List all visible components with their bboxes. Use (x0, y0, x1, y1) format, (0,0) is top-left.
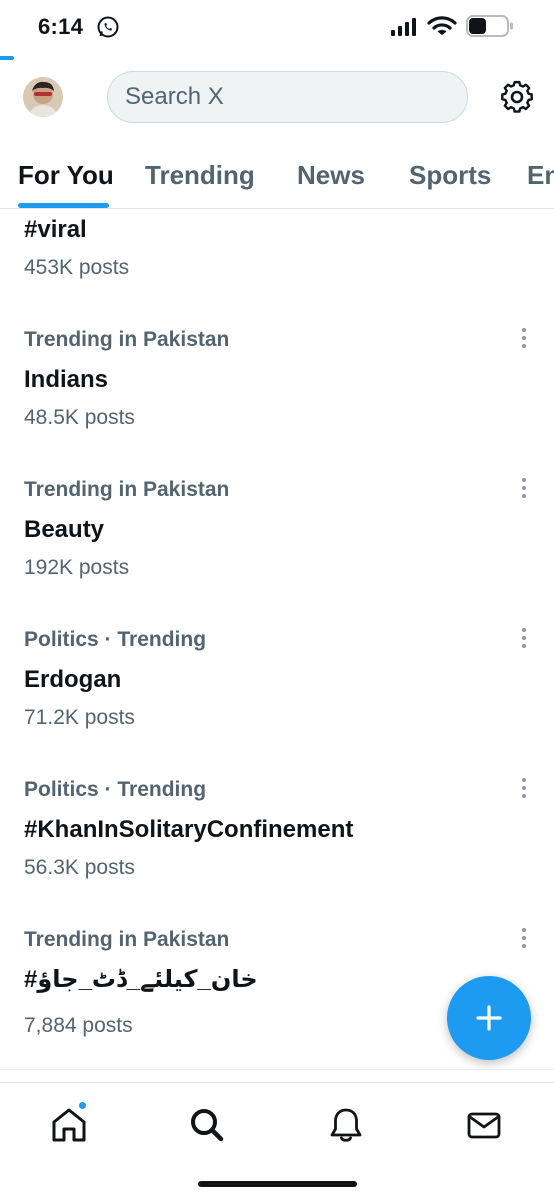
search-box[interactable] (107, 71, 468, 123)
active-tab-indicator (18, 203, 109, 208)
status-bar: 6:14 (0, 0, 554, 56)
trend-context: Trending in Pakistan (24, 478, 230, 501)
battery-icon (466, 15, 513, 37)
search-icon (191, 1109, 224, 1142)
home-indicator (198, 1181, 357, 1187)
whatsapp-icon (97, 16, 119, 38)
more-options-icon[interactable] (518, 477, 530, 499)
more-options-icon[interactable] (518, 327, 530, 349)
trend-post-count: 56.3K posts (24, 856, 135, 879)
gear-icon[interactable] (500, 80, 534, 114)
more-options-icon[interactable] (518, 777, 530, 799)
trend-post-count: 453K posts (24, 256, 130, 279)
search-input[interactable] (108, 72, 467, 122)
trend-post-count: 7,884 posts (24, 1014, 133, 1037)
tab-for-you[interactable]: For You (18, 160, 114, 191)
tab-news[interactable]: News (297, 160, 365, 191)
trend-post-count: 192K posts (24, 556, 130, 579)
trend-context: Trending in Pakistan (24, 928, 230, 951)
trend-name: #خان_کیلئے_ڈٹ_جاؤ (24, 966, 258, 993)
refresh-progress (0, 56, 14, 60)
signal-icon (391, 18, 416, 36)
trend-name: Indians (24, 366, 109, 393)
nav-notifications[interactable] (326, 1105, 366, 1145)
trend-name: #KhanInSolitaryConfinement (24, 816, 354, 843)
status-time: 6:14 (38, 14, 84, 39)
profile-avatar[interactable] (23, 77, 63, 117)
tab-trending[interactable]: Trending (145, 160, 255, 191)
nav-messages[interactable] (464, 1105, 504, 1145)
home-icon (52, 1108, 86, 1142)
tab-sports[interactable]: Sports (409, 160, 491, 191)
trend-name: Erdogan (24, 666, 122, 693)
trend-name: Beauty (24, 516, 105, 543)
plus-icon (476, 1005, 502, 1031)
more-options-icon[interactable] (518, 927, 530, 949)
bottom-navigation (0, 1082, 554, 1200)
explore-tabs: For You Trending News Sports En (0, 140, 554, 209)
more-options-icon[interactable] (518, 627, 530, 649)
trend-name: #viral (24, 216, 87, 243)
compose-post-button[interactable] (447, 976, 531, 1060)
bell-icon (330, 1108, 362, 1142)
trend-post-count: 71.2K posts (24, 706, 135, 729)
trend-context: Trending in Pakistan (24, 328, 230, 351)
trend-post-count: 48.5K posts (24, 406, 135, 429)
nav-search[interactable] (187, 1105, 227, 1145)
notification-dot (78, 1101, 87, 1110)
trend-context: Politics · Trending (24, 778, 207, 801)
wifi-icon (427, 16, 457, 35)
mail-icon (467, 1112, 501, 1139)
trend-context: Politics · Trending (24, 628, 207, 651)
nav-home[interactable] (49, 1101, 89, 1145)
tab-entertainment[interactable]: En (527, 160, 554, 191)
list-divider (0, 1069, 554, 1070)
